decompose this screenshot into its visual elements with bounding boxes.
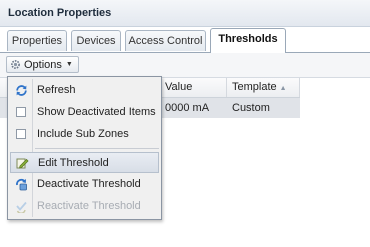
edit-icon <box>16 157 29 170</box>
column-value-label: Value <box>165 81 193 93</box>
tab-access-control[interactable]: Access Control <box>125 30 206 51</box>
menu-item-label: Deactivate Threshold <box>37 178 141 190</box>
column-template-label: Template <box>232 81 277 93</box>
reactivate-icon <box>15 200 28 214</box>
include-sub-zones-checkbox[interactable] <box>16 129 26 139</box>
show-deactivated-checkbox[interactable] <box>16 107 26 117</box>
chevron-down-icon: ▼ <box>65 61 73 68</box>
column-value[interactable]: Value <box>160 78 227 97</box>
menu-item-label: Show Deactivated Items <box>37 106 156 118</box>
panel-title: Location Properties <box>8 7 112 19</box>
tab-properties[interactable]: Properties <box>7 30 67 51</box>
menu-item-include-sub-zones[interactable]: Include Sub Zones <box>10 124 159 145</box>
cell-value: 0000 mA <box>165 102 210 114</box>
cell-template: Custom <box>232 102 270 114</box>
menu-item-edit-threshold[interactable]: Edit Threshold <box>10 152 159 173</box>
menu-item-show-deactivated[interactable]: Show Deactivated Items <box>10 102 159 123</box>
refresh-icon <box>15 84 28 97</box>
menu-item-label: Reactivate Threshold <box>37 200 141 212</box>
tab-devices[interactable]: Devices <box>71 30 121 51</box>
tab-thresholds[interactable]: Thresholds <box>210 28 286 53</box>
gear-icon <box>10 59 21 70</box>
menu-item-label: Refresh <box>37 84 76 96</box>
menu-item-label: Include Sub Zones <box>37 128 129 140</box>
menu-item-deactivate-threshold[interactable]: Deactivate Threshold <box>10 174 159 195</box>
panel-header: Location Properties <box>0 0 370 27</box>
menu-item-reactivate-threshold[interactable]: Reactivate Threshold <box>10 196 159 217</box>
options-menu: Refresh Show Deactivated Items Include S… <box>7 76 162 220</box>
sort-ascending-icon: ▲ <box>279 85 287 92</box>
deactivate-icon <box>15 178 28 191</box>
menu-separator <box>35 148 159 149</box>
menu-item-label: Edit Threshold <box>38 157 109 169</box>
column-template[interactable]: Template ▲ <box>227 78 300 97</box>
tab-bar: Properties Devices Access Control Thresh… <box>0 27 370 53</box>
menu-item-refresh[interactable]: Refresh <box>10 80 159 101</box>
options-label: Options <box>24 58 62 71</box>
toolbar: Options ▼ <box>0 53 370 78</box>
options-button[interactable]: Options ▼ <box>6 56 79 73</box>
